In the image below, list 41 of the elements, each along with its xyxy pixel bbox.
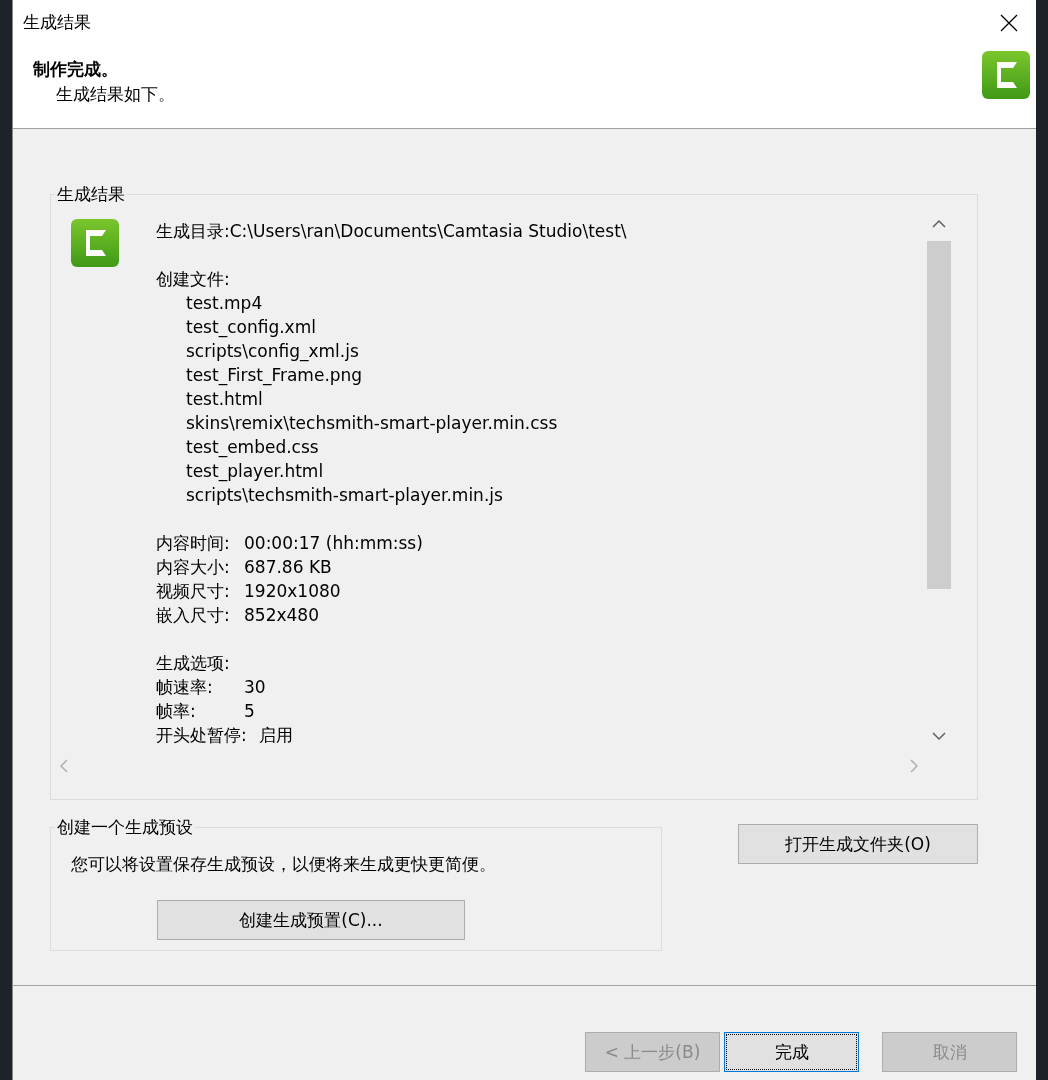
open-folder-button[interactable]: 打开生成文件夹(O) bbox=[738, 824, 978, 864]
info-value: 852x480 bbox=[244, 604, 319, 627]
app-logo-icon bbox=[71, 219, 119, 267]
file-name: test_embed.css bbox=[186, 436, 320, 459]
scroll-down-icon[interactable] bbox=[932, 731, 946, 741]
option-value: 30 bbox=[244, 676, 266, 699]
file-name: scripts\config_xml.js bbox=[186, 340, 360, 363]
info-value: 687.86 KB bbox=[244, 556, 332, 579]
scrollbar-thumb[interactable] bbox=[927, 241, 951, 589]
scroll-up-icon[interactable] bbox=[932, 219, 946, 229]
info-label: 视频尺寸: bbox=[156, 580, 231, 603]
option-label: 开头处暂停: bbox=[156, 724, 248, 747]
options-heading: 生成选项: bbox=[156, 652, 231, 675]
option-value: 启用 bbox=[258, 724, 293, 747]
file-name: skins\remix\techsmith-smart-player.min.css bbox=[186, 412, 559, 435]
dialog-button[interactable]: 完成 bbox=[724, 1032, 859, 1072]
file-name: test.html bbox=[186, 388, 264, 411]
file-name: test_config.xml bbox=[186, 316, 317, 339]
file-name: test.mp4 bbox=[186, 292, 264, 315]
option-value: 5 bbox=[244, 700, 255, 723]
create-preset-button[interactable]: 创建生成预置(C)... bbox=[157, 900, 465, 940]
file-name: test_First_Frame.png bbox=[186, 364, 364, 387]
file-name: test_player.html bbox=[186, 460, 325, 483]
info-label: 内容时间: bbox=[156, 532, 231, 555]
info-value: 1920x1080 bbox=[244, 580, 341, 603]
file-name: scripts\techsmith-smart-player.min.js bbox=[186, 484, 504, 507]
files-heading: 创建文件: bbox=[156, 268, 231, 291]
info-value: 00:00:17 (hh:mm:ss) bbox=[244, 532, 423, 555]
app-logo-icon bbox=[982, 51, 1030, 99]
header-subtitle: 生成结果如下。 bbox=[56, 83, 175, 106]
preset-description: 您可以将设置保存生成预设，以便将来生成更快更简便。 bbox=[71, 853, 497, 876]
output-directory: 生成目录:C:\Users\ran\Documents\Camtasia Studio\test\ bbox=[156, 220, 627, 243]
info-label: 嵌入尺寸: bbox=[156, 604, 231, 627]
info-label: 内容大小: bbox=[156, 556, 231, 579]
option-label: 帧率: bbox=[156, 700, 197, 723]
close-icon[interactable] bbox=[1000, 13, 1018, 32]
window-title: 生成结果 bbox=[23, 11, 91, 34]
group-title: 创建一个生成预设 bbox=[56, 816, 194, 839]
group-title: 生成结果 bbox=[56, 183, 126, 206]
option-label: 帧速率: bbox=[156, 676, 214, 699]
header-title: 制作完成。 bbox=[33, 58, 119, 81]
